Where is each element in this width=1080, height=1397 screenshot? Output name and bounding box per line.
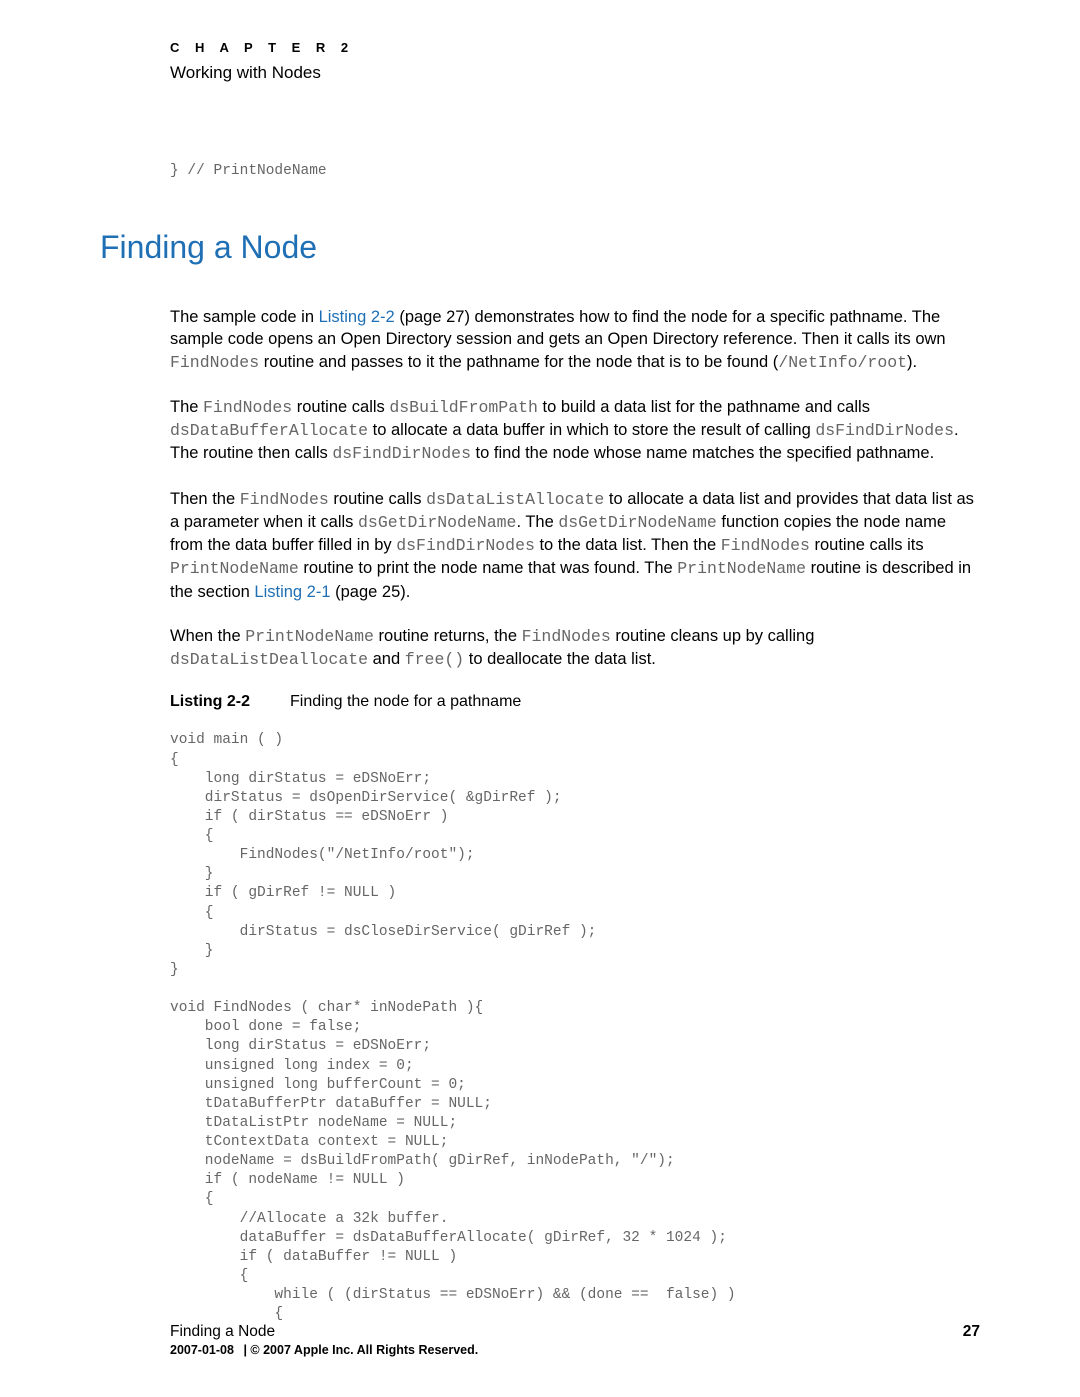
code-inline: dsFindDirNodes xyxy=(396,536,535,555)
code-inline: dsFindDirNodes xyxy=(332,444,471,463)
section-heading: Finding a Node xyxy=(100,229,980,266)
text: routine returns, the xyxy=(374,627,522,645)
code-inline: FindNodes xyxy=(170,353,259,372)
text: to build a data list for the pathname an… xyxy=(538,398,870,416)
code-inline: FindNodes xyxy=(240,490,329,509)
text: Then the xyxy=(170,490,240,508)
text: and xyxy=(368,650,405,668)
page-number: 27 xyxy=(963,1323,980,1341)
page-footer: Finding a Node 27 2007-01-08 | © 2007 Ap… xyxy=(170,1323,980,1357)
code-inline: dsDataListAllocate xyxy=(426,490,604,509)
text: to deallocate the data list. xyxy=(464,650,656,668)
text: to allocate a data buffer in which to st… xyxy=(368,421,815,439)
code-inline: dsDataBufferAllocate xyxy=(170,421,368,440)
code-inline: PrintNodeName xyxy=(245,627,374,646)
text: routine to print the node name that was … xyxy=(299,559,678,577)
listing-caption: Finding the node for a pathname xyxy=(290,693,521,710)
code-inline: dsBuildFromPath xyxy=(389,398,538,417)
text: (page 25). xyxy=(331,583,411,601)
code-inline: FindNodes xyxy=(522,627,611,646)
text: . The xyxy=(516,513,558,531)
code-block: void main ( ) { long dirStatus = eDSNoEr… xyxy=(170,731,980,1324)
document-page: C H A P T E R 2 Working with Nodes } // … xyxy=(0,0,1080,1397)
code-inline: FindNodes xyxy=(721,536,810,555)
code-inline: PrintNodeName xyxy=(170,559,299,578)
paragraph-4: When the PrintNodeName routine returns, … xyxy=(170,625,980,672)
text: routine calls xyxy=(329,490,426,508)
text: routine and passes to it the pathname fo… xyxy=(259,353,778,371)
code-inline: dsFindDirNodes xyxy=(815,421,954,440)
text: routine calls xyxy=(292,398,389,416)
paragraph-1: The sample code in Listing 2-2 (page 27)… xyxy=(170,306,980,374)
listing-label: Listing 2-2 xyxy=(170,693,250,710)
paragraph-2: The FindNodes routine calls dsBuildFromP… xyxy=(170,396,980,466)
code-inline: /NetInfo/root xyxy=(778,353,907,372)
code-fragment-top: } // PrintNodeName xyxy=(170,163,980,179)
text: The sample code in xyxy=(170,308,319,326)
text: routine cleans up by calling xyxy=(611,627,815,645)
code-inline: dsGetDirNodeName xyxy=(358,513,516,532)
paragraph-3: Then the FindNodes routine calls dsDataL… xyxy=(170,488,980,603)
footer-date: 2007-01-08 xyxy=(170,1343,234,1357)
chapter-label: C H A P T E R 2 xyxy=(170,40,980,55)
code-inline: dsGetDirNodeName xyxy=(558,513,716,532)
text: ). xyxy=(907,353,917,371)
text: to find the node whose name matches the … xyxy=(471,444,934,462)
code-inline: PrintNodeName xyxy=(677,559,806,578)
text: The xyxy=(170,398,203,416)
link-listing-2-2[interactable]: Listing 2-2 xyxy=(319,308,395,326)
text: routine calls its xyxy=(810,536,924,554)
footer-sep: | xyxy=(243,1343,247,1357)
code-inline: dsDataListDeallocate xyxy=(170,650,368,669)
footer-section-title: Finding a Node xyxy=(170,1323,275,1341)
code-inline: free() xyxy=(405,650,464,669)
code-inline: FindNodes xyxy=(203,398,292,417)
chapter-title: Working with Nodes xyxy=(170,63,980,83)
listing-header: Listing 2-2 Finding the node for a pathna… xyxy=(170,693,980,711)
link-listing-2-1[interactable]: Listing 2-1 xyxy=(254,583,330,601)
text: to the data list. Then the xyxy=(535,536,721,554)
footer-copyright: © 2007 Apple Inc. All Rights Reserved. xyxy=(250,1343,478,1357)
text: When the xyxy=(170,627,245,645)
